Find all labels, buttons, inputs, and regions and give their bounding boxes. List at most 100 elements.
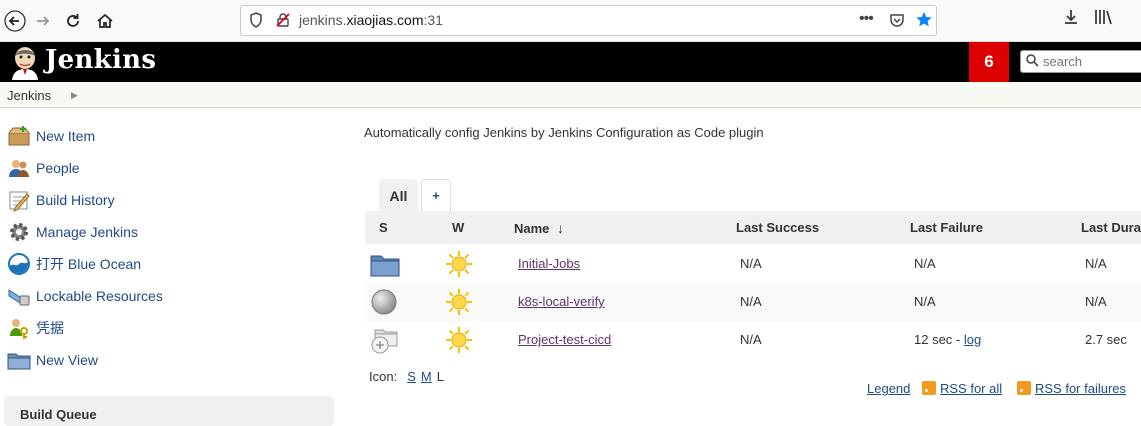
rss-all-link[interactable]: RSS for all	[922, 381, 1002, 396]
folder-icon	[369, 250, 401, 278]
url-prefix: jenkins.	[299, 12, 347, 28]
sidebar-item-new-view[interactable]: New View	[7, 348, 98, 372]
build-queue-panel: Build Queue	[4, 396, 334, 426]
sidebar-item-new-item[interactable]: New Item	[7, 124, 95, 148]
icon-size-small-link[interactable]: S	[407, 369, 416, 384]
sidebar-item-blue-ocean[interactable]: 打开 Blue Ocean	[7, 252, 141, 276]
tab-all[interactable]: All	[379, 179, 418, 211]
search-icon	[1025, 53, 1039, 70]
search-input[interactable]	[1041, 53, 1141, 70]
pocket-icon[interactable]	[889, 12, 905, 32]
people-icon	[7, 156, 31, 180]
library-icon[interactable]	[1094, 8, 1114, 31]
sidebar-item-credentials[interactable]: 凭据	[7, 316, 64, 340]
rss-failures-label: RSS for failures	[1035, 381, 1127, 396]
job-name-link[interactable]: k8s-local-verify	[518, 294, 605, 309]
build-queue-title[interactable]: Build Queue	[20, 407, 97, 422]
icon-size-selector: Icon: S M L	[369, 369, 444, 384]
last-success-value: N/A	[740, 294, 762, 309]
build-history-icon	[7, 188, 31, 212]
new-item-icon	[7, 124, 31, 148]
browser-toolbar: jenkins.xiaojias.com:31 •••	[0, 0, 1141, 42]
url-domain: xiaojias.com	[346, 12, 424, 28]
last-duration-value: 2.7 sec	[1085, 332, 1127, 347]
search-box	[1020, 50, 1141, 73]
last-failure-value: N/A	[914, 294, 936, 309]
column-last-success[interactable]: Last Success	[736, 220, 819, 235]
sidebar-item-label: People	[36, 160, 80, 176]
more-icon[interactable]: •••	[859, 10, 874, 28]
job-name-link[interactable]: Initial-Jobs	[518, 256, 580, 271]
last-success-value: N/A	[740, 332, 762, 347]
jenkins-header: Jenkins 6	[0, 42, 1141, 82]
table-row: Initial-Jobs N/A N/A N/A	[365, 245, 1141, 283]
column-name[interactable]: Name ↓	[514, 220, 564, 236]
breadcrumb: Jenkins ▶	[0, 82, 1141, 108]
breadcrumb-jenkins[interactable]: Jenkins	[7, 88, 51, 103]
last-success-value: N/A	[740, 256, 762, 271]
grey-ball-icon	[369, 288, 401, 316]
sidebar-item-label: New View	[36, 352, 98, 368]
last-failure-time: 12 sec	[914, 332, 953, 347]
last-failure-value: 12 sec - log	[914, 332, 981, 347]
icon-size-label: Icon:	[369, 369, 398, 384]
tab-add-view[interactable]: +	[421, 179, 451, 211]
table-row: k8s-local-verify N/A N/A N/A	[365, 283, 1141, 321]
sidebar-item-people[interactable]: People	[7, 156, 80, 180]
job-name[interactable]: k8s-local-verify	[518, 294, 605, 309]
sidebar-item-label: Lockable Resources	[36, 288, 163, 304]
back-icon[interactable]	[0, 6, 30, 36]
blue-ocean-icon	[7, 252, 31, 276]
view-description: Automatically config Jenkins by Jenkins …	[364, 125, 764, 140]
sidebar-item-label: 打开 Blue Ocean	[36, 256, 142, 272]
column-weather[interactable]: W	[452, 220, 464, 235]
folder-icon	[7, 348, 31, 372]
icon-size-large-current: L	[436, 369, 444, 384]
column-last-failure[interactable]: Last Failure	[910, 220, 983, 235]
sidebar-item-label: Manage Jenkins	[36, 224, 138, 240]
last-failure-value: N/A	[914, 256, 936, 271]
url-bar[interactable]: jenkins.xiaojias.com:31 •••	[240, 5, 937, 36]
brand-name[interactable]: Jenkins	[45, 45, 156, 75]
table-row: Project-test-cicd N/A 12 sec - log 2.7 s…	[365, 321, 1141, 359]
url-text: jenkins.xiaojias.com:31	[299, 12, 443, 28]
sidebar-item-manage-jenkins[interactable]: Manage Jenkins	[7, 220, 138, 244]
jenkins-logo[interactable]	[8, 44, 42, 80]
reload-icon[interactable]	[58, 6, 88, 36]
lockable-resources-icon	[7, 284, 31, 308]
job-name[interactable]: Project-test-cicd	[518, 332, 611, 347]
column-name-label: Name	[514, 221, 550, 236]
job-name-link[interactable]: Project-test-cicd	[518, 332, 611, 347]
rss-failures-link[interactable]: RSS for failures	[1017, 381, 1126, 396]
last-failure-separator: -	[952, 332, 964, 347]
legend-link[interactable]: Legend	[867, 381, 910, 396]
column-status[interactable]: S	[379, 220, 388, 235]
shield-icon[interactable]	[249, 12, 263, 32]
multibranch-folder-icon	[369, 326, 401, 354]
sort-arrow-icon: ↓	[557, 220, 565, 236]
sunny-icon	[445, 326, 473, 354]
rss-icon	[922, 381, 936, 395]
icon-size-medium-link[interactable]: M	[421, 369, 432, 384]
rss-all-label: RSS for all	[940, 381, 1003, 396]
breadcrumb-arrow-icon[interactable]: ▶	[71, 90, 78, 101]
url-suffix: :31	[423, 12, 443, 28]
credentials-icon	[7, 316, 31, 340]
last-duration-value: N/A	[1085, 294, 1107, 309]
sunny-icon	[445, 250, 473, 278]
bookmark-star-icon[interactable]	[915, 11, 933, 33]
last-duration-value: N/A	[1085, 256, 1107, 271]
sidebar-item-lockable-resources[interactable]: Lockable Resources	[7, 284, 163, 308]
forward-icon[interactable]	[28, 6, 58, 36]
home-icon[interactable]	[90, 6, 120, 36]
jobs-table-header: S W Name ↓ Last Success Last Failure Las…	[365, 211, 1141, 244]
console-log-link[interactable]: log	[964, 332, 981, 347]
column-last-duration[interactable]: Last Dura	[1081, 220, 1141, 235]
gear-icon	[7, 220, 31, 244]
job-name[interactable]: Initial-Jobs	[518, 256, 580, 271]
notification-badge[interactable]: 6	[969, 42, 1009, 82]
sunny-icon	[445, 288, 473, 316]
insecure-lock-icon[interactable]	[275, 12, 291, 32]
sidebar-item-build-history[interactable]: Build History	[7, 188, 115, 212]
download-icon[interactable]	[1062, 8, 1080, 31]
